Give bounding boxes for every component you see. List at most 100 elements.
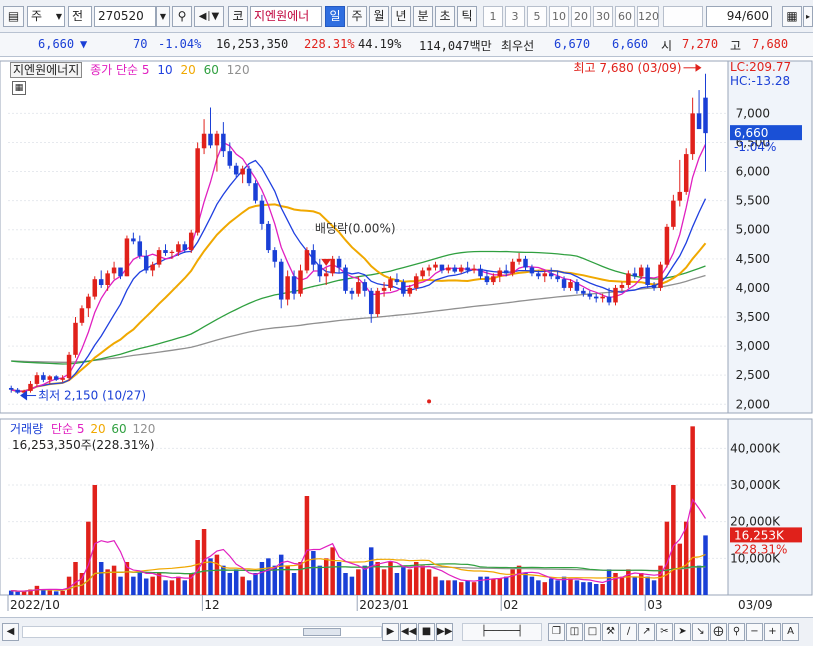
pointer-icon[interactable]: ➤ [674,623,691,641]
candle-body [47,376,53,380]
split-view-icon[interactable]: ◫ [566,623,583,641]
tools-icon[interactable]: ⚒ [602,623,619,641]
quote-best-ask-label: 최우선 [501,39,535,53]
period-tab-month[interactable]: 월 [369,6,389,27]
quote-bar: 6,660 ▼ 70 -1.04% 16,253,350 228.31% 44.… [0,33,813,57]
period-tab-day[interactable]: 일 [325,6,345,27]
legend-vol-ma60: 60 [111,422,127,436]
interval-20[interactable]: 20 [571,6,591,27]
candle-body [214,133,220,146]
candle-body [169,251,175,253]
settings-grid-icon[interactable]: ▦ [782,6,802,27]
copy-icon[interactable]: ❐ [548,623,565,641]
period-tab-tick[interactable]: 틱 [457,6,477,27]
volume-bar [548,578,554,595]
market-select[interactable]: 주 ▼ [27,6,65,27]
volume-bar [317,565,323,595]
candle-body [555,276,560,280]
candle-body [413,276,419,288]
interval-10[interactable]: 10 [549,6,569,27]
volume-bar [503,576,509,595]
play-button[interactable]: ▶ [382,623,399,641]
crosshair-icon[interactable]: ⨁ [710,623,727,641]
interval-30[interactable]: 30 [593,6,613,27]
minus-icon[interactable]: − [746,623,763,641]
draw-line-icon[interactable]: ∕ [620,623,637,641]
candle-body [516,258,522,262]
volume-bar [349,576,355,595]
interval-60[interactable]: 60 [615,6,635,27]
text-tool-icon[interactable]: A [782,623,799,641]
candle-body [568,282,573,288]
candle-body [15,389,20,393]
quote-high: 7,680 [752,37,789,51]
candle-body [381,287,387,291]
volume-bar [632,576,638,595]
stock-prefix[interactable]: 코 [228,6,248,27]
page-input[interactable]: 94/600 [706,6,772,27]
candle-body [8,387,14,390]
arrow-tool-icon[interactable]: ↘ [692,623,709,641]
candle-body [246,168,252,184]
stock-chart[interactable]: 7,0006,5006,0005,5005,0004,5004,0003,500… [0,57,813,617]
period-tab-year[interactable]: 년 [391,6,411,27]
candle-body [79,308,85,323]
price-tick-label: 3,000 [736,339,770,353]
candle-body [368,290,374,315]
volume-bar [619,576,625,595]
scroll-track[interactable] [22,626,382,638]
trend-icon[interactable]: ↗ [638,623,655,641]
candle-body [664,226,670,265]
interval-5[interactable]: 5 [527,6,547,27]
interval-120[interactable]: 120 [637,6,659,27]
volume-bar [478,576,483,595]
volume-bar [143,578,149,595]
code-input[interactable]: 270520 [94,6,156,27]
current-ratio-label: 228.31% [734,542,787,556]
zoom-slider[interactable]: ├─────┤ [462,623,542,641]
quote-best-ask: 6,670 [554,37,591,51]
interval-custom-input[interactable] [663,6,703,27]
volume-bar [516,565,522,595]
volume-tick-label: 40,000K [730,441,781,455]
volume-value-line: 16,253,350주(228.31%) [12,438,155,452]
period-tab-second[interactable]: 초 [435,6,455,27]
period-tab-minute[interactable]: 분 [413,6,433,27]
scroll-left-button[interactable]: ◀ [2,623,19,641]
legend-vol-ma-label: 단순 5 [50,422,85,436]
fast-forward-button[interactable]: ▶▶ [436,623,453,641]
legend-stock-name: 지엔원에너지 [10,62,83,78]
period-tab-week[interactable]: 주 [347,6,367,27]
volume-bar [433,576,438,595]
volume-bar [233,569,239,595]
volume-bar [266,558,271,595]
volume-bar [259,562,265,595]
candle-body [542,273,548,277]
interval-1[interactable]: 1 [483,6,503,27]
interval-3[interactable]: 3 [505,6,525,27]
volume-bar [311,551,316,595]
type-select[interactable]: 전 [68,6,92,27]
scroll-button[interactable]: ▸ [803,6,813,27]
search-icon[interactable]: ⚲ [172,6,192,27]
volume-bar [356,569,361,595]
volume-bar [381,569,387,595]
rewind-button[interactable]: ◀◀ [400,623,417,641]
candle-body [41,375,46,380]
candle-body [311,250,316,265]
scroll-thumb[interactable] [303,628,341,636]
price-legend-icon[interactable]: ▦ [12,81,26,95]
volume-bar [626,569,631,595]
chart-area[interactable]: 7,000 6,500 6,000 5,500 5,000 4,500 4,000 3,500… [0,57,813,617]
speaker-icon[interactable]: ◀∣▼ [194,6,224,27]
down-arrow-icon: ▼ [80,37,88,51]
plus-icon[interactable]: + [764,623,781,641]
zoom-icon[interactable]: ⚲ [728,623,745,641]
stop-button[interactable]: ■ [418,623,435,641]
cut-icon[interactable]: ✂ [656,623,673,641]
volume-bar [240,576,245,595]
window-icon[interactable]: □ [584,623,601,641]
low-annotation: 최저 2,150 (10/27) [38,389,146,403]
grid-menu-icon[interactable]: ▤ [3,6,24,27]
code-dropdown-button[interactable]: ▼ [156,6,170,27]
